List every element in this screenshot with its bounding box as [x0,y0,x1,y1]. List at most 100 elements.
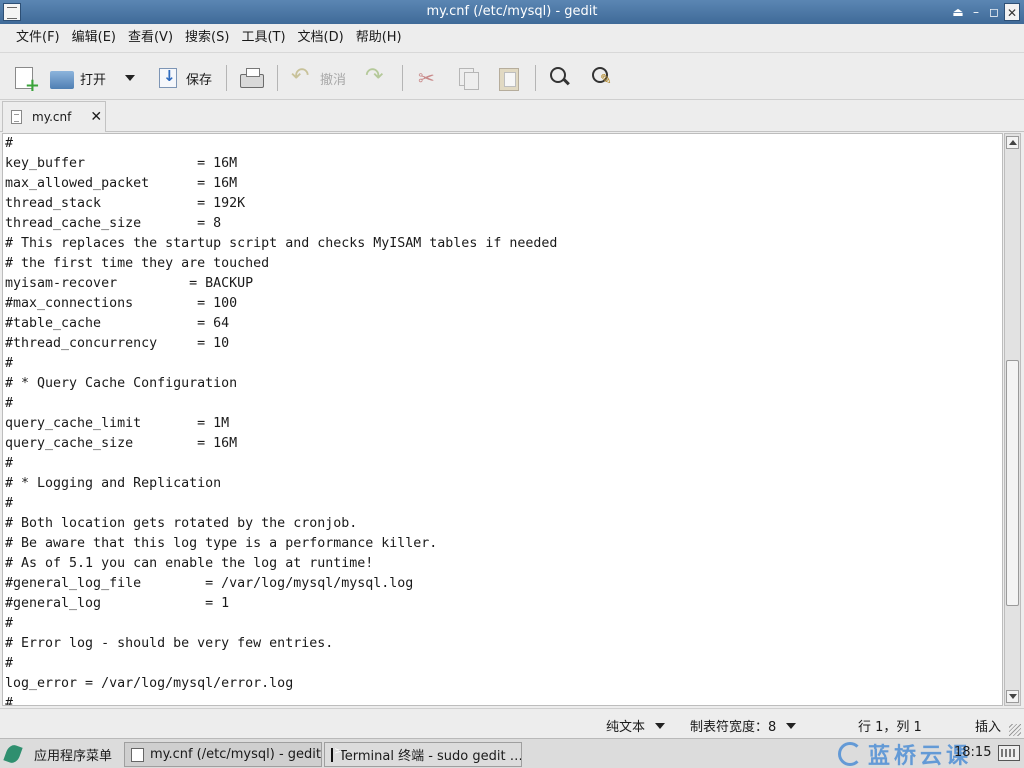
scroll-up-arrow[interactable] [1006,136,1019,149]
applications-menu-label: 应用程序菜单 [34,748,113,764]
find-button[interactable] [548,63,572,93]
brand-watermark: 蓝桥云课 [838,739,972,768]
language-selector[interactable]: 纯文本 [606,716,666,735]
code-line[interactable]: # [3,614,1002,634]
code-line[interactable]: # [3,454,1002,474]
terminal-icon [331,746,342,762]
code-line[interactable]: query_cache_size = 16M [3,434,1002,454]
menu-tools[interactable]: 工具(T) [235,24,291,52]
code-line[interactable]: max_allowed_packet = 16M [3,174,1002,194]
menu-view[interactable]: 查看(V) [122,24,179,52]
code-line[interactable]: # [3,354,1002,374]
open-button[interactable]: 打开 [50,63,106,93]
menu-file[interactable]: 文件(F) [10,24,66,52]
undo-button[interactable]: 撤消 [290,63,346,93]
save-icon [159,67,177,88]
code-line[interactable]: # Be aware that this log type is a perfo… [3,534,1002,554]
code-line[interactable]: # the first time they are touched [3,254,1002,274]
menu-help[interactable]: 帮助(H) [350,24,408,52]
toolbar-separator [226,65,227,91]
text-document-icon [11,110,22,124]
taskbar-item-label: my.cnf (/etc/mysql) - gedit [149,747,321,762]
code-line[interactable]: # * Query Cache Configuration [3,374,1002,394]
document-tabs: my.cnf ✕ [0,100,1024,132]
search-replace-icon [590,66,614,90]
title-bar: my.cnf (/etc/mysql) - gedit ⏏ – ◻ ✕ [0,0,1024,24]
tab-width-label: 制表符宽度：8 [690,720,777,735]
window-title: my.cnf (/etc/mysql) - gedit [426,4,598,19]
tab-my-cnf[interactable]: my.cnf ✕ [2,101,106,132]
taskbar-item-gedit[interactable]: my.cnf (/etc/mysql) - gedit [124,742,322,767]
paste-button[interactable] [496,63,520,93]
code-line[interactable]: thread_stack = 192K [3,194,1002,214]
maximize-button[interactable]: ◻ [986,3,1002,21]
find-replace-button[interactable] [590,63,614,93]
gedit-icon [131,747,144,762]
toolbar-separator [535,65,536,91]
code-line[interactable]: # [3,394,1002,414]
code-line[interactable]: #max_connections = 100 [3,294,1002,314]
scroll-down-arrow[interactable] [1006,690,1019,703]
undo-icon [290,64,314,90]
taskbar-item-label: Terminal 终端 - sudo gedit … [339,749,522,764]
code-line[interactable]: #general_log = 1 [3,594,1002,614]
code-line[interactable]: query_cache_limit = 1M [3,414,1002,434]
text-editor[interactable]: # key_buffer = 16M max_allowed_packet = 16… [2,133,1003,706]
redo-icon [364,64,388,90]
code-line[interactable]: #general_log_file = /var/log/mysql/mysql… [3,574,1002,594]
code-line[interactable]: # [3,134,1002,154]
redo-button[interactable] [364,63,388,93]
code-line[interactable]: #thread_concurrency = 10 [3,334,1002,354]
insert-mode-text: 插入 [975,720,1002,735]
insert-mode: 插入 [975,716,1001,735]
code-line[interactable]: # [3,494,1002,514]
code-line[interactable]: # [3,654,1002,674]
undo-label: 撤消 [320,72,347,88]
copy-button[interactable] [456,63,480,93]
scissors-icon [416,66,440,90]
save-label: 保存 [186,72,213,88]
cursor-position-text: 行 1，列 1 [858,720,922,735]
code-line[interactable]: #table_cache = 64 [3,314,1002,334]
minimize-button[interactable]: – [968,3,984,21]
vertical-scrollbar[interactable] [1004,133,1021,706]
code-line[interactable]: # This replaces the startup script and c… [3,234,1002,254]
code-line[interactable]: thread_cache_size = 8 [3,214,1002,234]
chevron-down-icon [786,722,797,729]
code-line[interactable]: # As of 5.1 you can enable the log at ru… [3,554,1002,574]
resize-grip[interactable] [1009,724,1021,736]
status-bar: 纯文本 制表符宽度：8 行 1，列 1 插入 [0,708,1024,738]
folder-icon [50,71,74,89]
open-label: 打开 [80,72,107,88]
scrollbar-thumb[interactable] [1006,360,1019,606]
code-line[interactable]: # Error log - should be very few entries… [3,634,1002,654]
code-line[interactable]: key_buffer = 16M [3,154,1002,174]
menu-search[interactable]: 搜索(S) [179,24,235,52]
toolbar: 打开 保存 撤消 [0,52,1024,100]
app-menu-icon [3,743,23,765]
print-button[interactable] [240,63,264,93]
menu-documents[interactable]: 文档(D) [292,24,350,52]
tab-label: my.cnf [32,110,72,124]
menu-edit[interactable]: 编辑(E) [66,24,122,52]
new-document-button[interactable] [12,63,40,96]
taskbar-item-terminal[interactable]: Terminal 终端 - sudo gedit … [324,742,522,767]
new-document-icon [15,67,40,96]
applications-menu-button[interactable]: 应用程序菜单 [3,742,113,766]
code-line[interactable]: myisam-recover = BACKUP [3,274,1002,294]
keyboard-icon[interactable] [998,745,1020,761]
shade-window-button[interactable]: ⏏ [950,3,966,21]
cut-button[interactable] [416,63,440,93]
open-recent-dropdown[interactable] [125,63,135,93]
code-line[interactable]: # [3,694,1002,705]
close-tab-icon[interactable]: ✕ [90,109,102,125]
code-line[interactable]: # Both location gets rotated by the cron… [3,514,1002,534]
close-window-button[interactable]: ✕ [1004,3,1020,21]
clipboard-icon [496,66,520,91]
toolbar-separator [277,65,278,91]
save-button[interactable]: 保存 [156,63,212,93]
code-line[interactable]: log_error = /var/log/mysql/error.log [3,674,1002,694]
taskbar: 应用程序菜单 my.cnf (/etc/mysql) - gedit Termi… [0,738,1024,768]
code-line[interactable]: # * Logging and Replication [3,474,1002,494]
tab-width-selector[interactable]: 制表符宽度：8 [690,716,797,735]
